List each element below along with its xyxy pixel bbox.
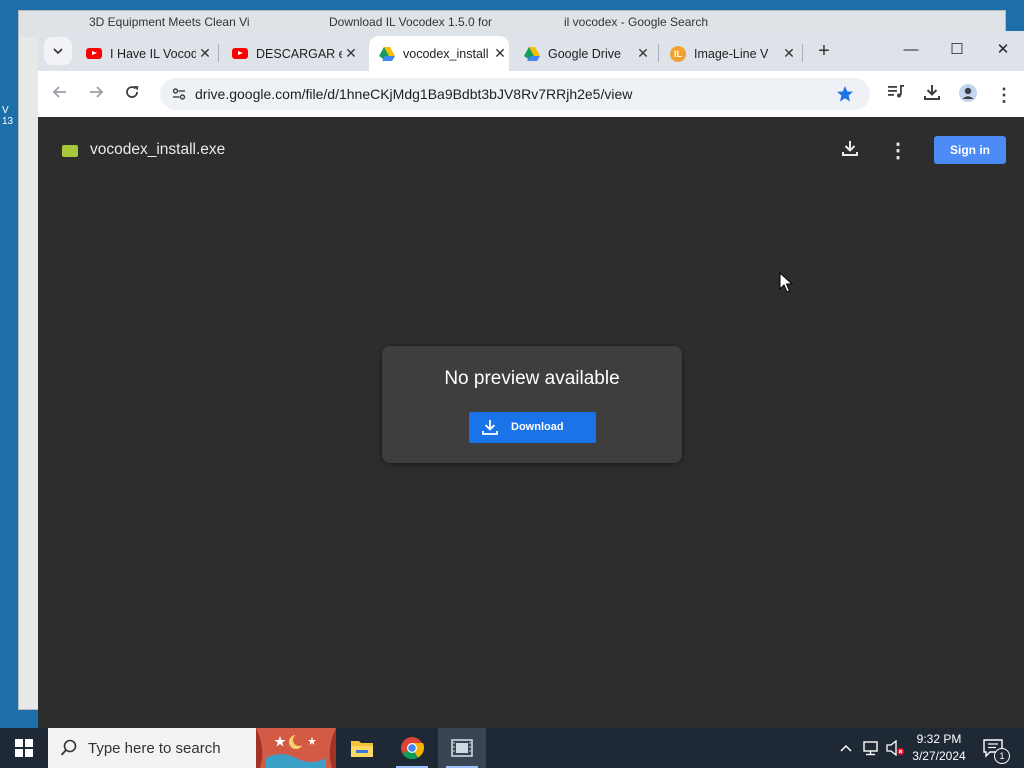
drive-more-options-button[interactable]: ⋮ bbox=[886, 139, 910, 163]
search-icon bbox=[60, 739, 77, 756]
close-tab-icon[interactable]: ✕ bbox=[491, 45, 509, 62]
drive-header: vocodex_install.exe ⋮ Sign in bbox=[38, 117, 1024, 181]
maximize-button[interactable]: ☐ bbox=[934, 35, 980, 65]
close-tab-icon[interactable]: ✕ bbox=[780, 45, 798, 62]
show-hidden-icons-button[interactable] bbox=[836, 728, 856, 768]
reload-icon bbox=[126, 86, 139, 98]
address-bar[interactable]: drive.google.com/file/d/1hneCKjMdg1Ba9Bd… bbox=[160, 78, 870, 110]
clock-date: 3/27/2024 bbox=[912, 749, 966, 763]
tab-title: I Have IL Vocodex bbox=[110, 46, 196, 61]
network-icon bbox=[863, 741, 878, 756]
no-preview-message: No preview available bbox=[444, 368, 620, 389]
windows-logo-icon bbox=[15, 739, 33, 757]
tab-title: vocodex_install bbox=[403, 46, 489, 61]
tab-vocodex-install-active[interactable]: vocodex_install ✕ bbox=[369, 36, 509, 71]
no-preview-card: No preview available Download bbox=[382, 346, 682, 463]
download-icon bbox=[482, 420, 498, 435]
tab-search-button[interactable] bbox=[44, 37, 72, 65]
file-type-icon bbox=[62, 145, 78, 157]
youtube-icon bbox=[232, 48, 248, 59]
media-controls-button[interactable] bbox=[884, 83, 908, 107]
notification-count-badge: 1 bbox=[994, 748, 1010, 764]
profile-avatar-icon bbox=[959, 84, 977, 102]
youtube-icon bbox=[86, 48, 102, 59]
clock-time: 9:32 PM bbox=[916, 732, 962, 746]
download-icon bbox=[924, 85, 940, 100]
forward-button[interactable] bbox=[84, 83, 108, 107]
chevron-down-icon bbox=[53, 47, 63, 54]
site-info-icon[interactable] bbox=[172, 87, 186, 101]
background-window-edge bbox=[19, 37, 40, 709]
taskbar-search-box[interactable]: Type here to search bbox=[48, 728, 256, 768]
chevron-up-icon bbox=[840, 744, 852, 752]
download-icon bbox=[842, 141, 858, 156]
close-tab-icon[interactable]: ✕ bbox=[196, 45, 214, 62]
browser-menu-button[interactable]: ⋮ bbox=[992, 83, 1016, 107]
system-clock[interactable]: 9:32 PM 3/27/2024 bbox=[904, 731, 974, 765]
browser-toolbar: drive.google.com/file/d/1hneCKjMdg1Ba9Bd… bbox=[38, 71, 1024, 117]
more-vertical-icon: ⋮ bbox=[995, 85, 1013, 105]
tab-image-line[interactable]: IL Image-Line V ✕ bbox=[660, 36, 798, 71]
start-button[interactable] bbox=[0, 728, 48, 768]
tab-separator bbox=[218, 44, 219, 62]
chrome-window: I Have IL Vocodex ✕ DESCARGAR e ✕ vocode… bbox=[38, 31, 1024, 728]
playlist-music-icon bbox=[888, 85, 904, 98]
search-placeholder: Type here to search bbox=[88, 740, 221, 757]
tab-title: DESCARGAR e bbox=[256, 46, 342, 61]
downloads-button[interactable] bbox=[920, 83, 944, 107]
tab-title: Image-Line V bbox=[694, 46, 769, 61]
profile-button[interactable] bbox=[956, 83, 980, 107]
chrome-icon bbox=[401, 737, 424, 760]
tab-separator bbox=[658, 44, 659, 62]
url-text[interactable]: drive.google.com/file/d/1hneCKjMdg1Ba9Bd… bbox=[195, 86, 632, 102]
bookmark-star-icon[interactable] bbox=[836, 85, 854, 103]
search-highlight-image[interactable] bbox=[256, 728, 336, 768]
tab-google-drive[interactable]: Google Drive ✕ bbox=[514, 36, 652, 71]
chrome-app[interactable] bbox=[388, 728, 436, 768]
film-icon bbox=[451, 739, 473, 757]
volume-status[interactable] bbox=[884, 728, 906, 768]
taskbar: Type here to search 9:32 PM 3/27/2024 1 bbox=[0, 728, 1024, 768]
media-app[interactable] bbox=[438, 728, 486, 768]
close-tab-icon[interactable]: ✕ bbox=[634, 45, 652, 62]
google-drive-icon bbox=[379, 46, 395, 61]
google-drive-icon bbox=[524, 46, 540, 61]
new-tab-button[interactable]: + bbox=[812, 40, 836, 62]
reload-button[interactable] bbox=[120, 83, 144, 107]
image-line-icon: IL bbox=[670, 45, 686, 62]
forward-arrow-icon bbox=[90, 86, 104, 98]
more-vertical-icon: ⋮ bbox=[888, 140, 908, 162]
close-tab-icon[interactable]: ✕ bbox=[342, 45, 360, 62]
close-window-button[interactable]: ✕ bbox=[980, 35, 1024, 65]
file-name: vocodex_install.exe bbox=[90, 141, 226, 158]
drive-download-button[interactable] bbox=[838, 139, 862, 163]
search-highlight-illustration bbox=[256, 728, 336, 768]
desktop-icon-label[interactable]: V 13 bbox=[2, 105, 18, 185]
mouse-cursor-icon bbox=[779, 272, 793, 293]
back-arrow-icon bbox=[52, 86, 66, 98]
volume-muted-icon bbox=[886, 740, 904, 756]
download-button[interactable]: Download bbox=[469, 412, 596, 443]
network-status[interactable] bbox=[860, 728, 882, 768]
tab-separator bbox=[802, 44, 803, 62]
minimize-button[interactable]: — bbox=[888, 35, 934, 65]
sign-in-button[interactable]: Sign in bbox=[934, 136, 1006, 164]
download-label: Download bbox=[511, 421, 564, 433]
notification-center-button[interactable]: 1 bbox=[980, 728, 1010, 768]
tab-youtube-vocodex[interactable]: I Have IL Vocodex ✕ bbox=[76, 36, 214, 71]
folder-icon bbox=[351, 741, 373, 757]
tab-title: Google Drive bbox=[548, 46, 621, 61]
tab-strip: I Have IL Vocodex ✕ DESCARGAR e ✕ vocode… bbox=[38, 31, 1024, 71]
back-button[interactable] bbox=[48, 83, 72, 107]
file-explorer-app[interactable] bbox=[338, 728, 386, 768]
tab-youtube-descargar[interactable]: DESCARGAR e ✕ bbox=[222, 36, 360, 71]
